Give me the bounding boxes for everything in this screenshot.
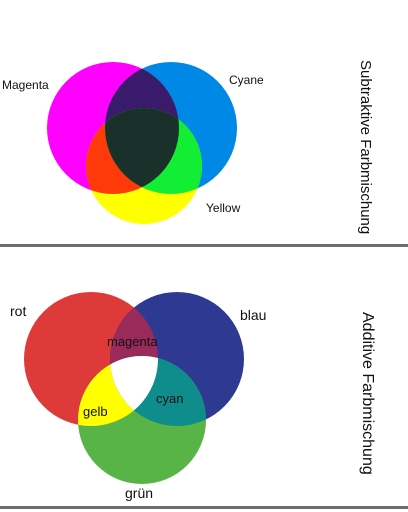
cyan-label: Cyane <box>229 73 264 87</box>
bottom-divider <box>0 506 408 509</box>
yellow-label: Yellow <box>206 201 241 215</box>
additive-panel: rot blau magenta gelb cyan grün Additive… <box>0 258 408 512</box>
subtractive-title: Subtraktive Farbmischung <box>357 60 374 235</box>
cyan-label: cyan <box>156 391 183 406</box>
blue-label: blau <box>240 307 266 323</box>
subtractive-panel: Magenta Cyane Yellow Subtraktive Farbmis… <box>0 0 408 250</box>
additive-venn-diagram: rot blau magenta gelb cyan grün <box>10 292 266 501</box>
subtractive-venn-diagram: Magenta Cyane Yellow <box>2 62 264 224</box>
red-label: rot <box>10 303 26 319</box>
magenta-label: Magenta <box>2 78 49 92</box>
magenta-label: magenta <box>107 334 158 349</box>
yellow-label: gelb <box>83 404 108 419</box>
top-divider <box>0 244 408 247</box>
green-label: grün <box>125 485 153 501</box>
additive-title: Additive Farbmischung <box>359 312 376 475</box>
